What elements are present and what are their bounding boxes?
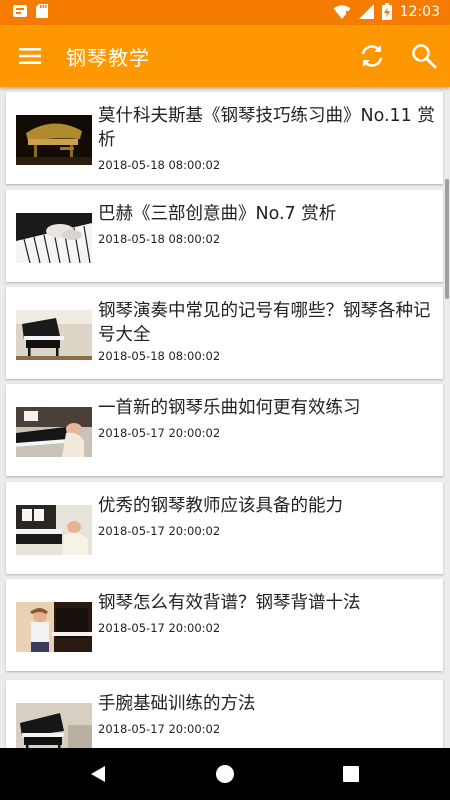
navigation-bar [0, 748, 450, 800]
article-thumbnail [16, 505, 92, 555]
article-date: 2018-05-18 08:00:02 [98, 232, 221, 246]
article-thumbnail [16, 213, 92, 263]
article-card[interactable]: 钢琴演奏中常见的记号有哪些？钢琴各种记号大全 2018-05-18 08:00:… [6, 287, 443, 379]
article-title: 钢琴怎么有效背谱？钢琴背谱十法 [98, 593, 361, 613]
status-bar: 12:03 [0, 0, 450, 25]
back-triangle-icon [91, 766, 105, 782]
article-title: 手腕基础训练的方法 [98, 694, 256, 714]
article-card[interactable]: 一首新的钢琴乐曲如何更有效练习 2018-05-17 20:00:02 [6, 384, 443, 476]
article-title: 优秀的钢琴教师应该具备的能力 [98, 496, 343, 516]
battery-charging-icon [381, 3, 392, 20]
page-title: 钢琴教学 [66, 46, 150, 70]
menu-button[interactable] [10, 36, 50, 76]
refresh-icon [361, 45, 383, 67]
home-circle-icon [216, 765, 234, 783]
article-title: 钢琴演奏中常见的记号有哪些？钢琴各种记号大全 [98, 301, 431, 345]
article-date: 2018-05-17 20:00:02 [98, 621, 221, 635]
article-date: 2018-05-17 20:00:02 [98, 524, 221, 538]
article-list[interactable]: 莫什科夫斯基《钢琴技巧练习曲》No.11 赏析 2018-05-18 08:00… [0, 87, 450, 748]
recents-square-icon [343, 766, 359, 782]
article-date: 2018-05-18 08:00:02 [98, 349, 221, 363]
wifi-icon [333, 4, 351, 19]
article-thumbnail [16, 703, 92, 748]
search-icon [412, 44, 437, 69]
signal-icon [358, 4, 374, 19]
article-title: 巴赫《三部创意曲》No.7 赏析 [98, 204, 337, 224]
refresh-button[interactable] [352, 36, 392, 76]
article-date: 2018-05-17 20:00:02 [98, 426, 221, 440]
article-title: 一首新的钢琴乐曲如何更有效练习 [98, 398, 361, 418]
scrollbar[interactable] [445, 179, 449, 299]
article-thumbnail [16, 407, 92, 457]
app-bar: 钢琴教学 [0, 25, 450, 87]
article-card[interactable]: 巴赫《三部创意曲》No.7 赏析 2018-05-18 08:00:02 [6, 190, 443, 282]
article-date: 2018-05-17 20:00:02 [98, 722, 221, 736]
search-button[interactable] [404, 36, 444, 76]
back-button[interactable] [76, 754, 120, 794]
status-time: 12:03 [399, 3, 440, 20]
recents-button[interactable] [329, 754, 373, 794]
article-title: 莫什科夫斯基《钢琴技巧练习曲》No.11 赏析 [98, 106, 435, 150]
article-thumbnail [16, 310, 92, 360]
hamburger-menu-icon [19, 48, 41, 64]
article-card[interactable]: 手腕基础训练的方法 2018-05-17 20:00:02 [6, 680, 443, 748]
article-card[interactable]: 莫什科夫斯基《钢琴技巧练习曲》No.11 赏析 2018-05-18 08:00… [6, 92, 443, 184]
article-thumbnail [16, 602, 92, 652]
article-card[interactable]: 优秀的钢琴教师应该具备的能力 2018-05-17 20:00:02 [6, 482, 443, 574]
app-notification-icon [13, 5, 27, 17]
sd-card-icon [36, 4, 48, 18]
article-date: 2018-05-18 08:00:02 [98, 158, 221, 172]
article-thumbnail [16, 115, 92, 165]
article-card[interactable]: 钢琴怎么有效背谱？钢琴背谱十法 2018-05-17 20:00:02 [6, 579, 443, 671]
home-button[interactable] [203, 754, 247, 794]
